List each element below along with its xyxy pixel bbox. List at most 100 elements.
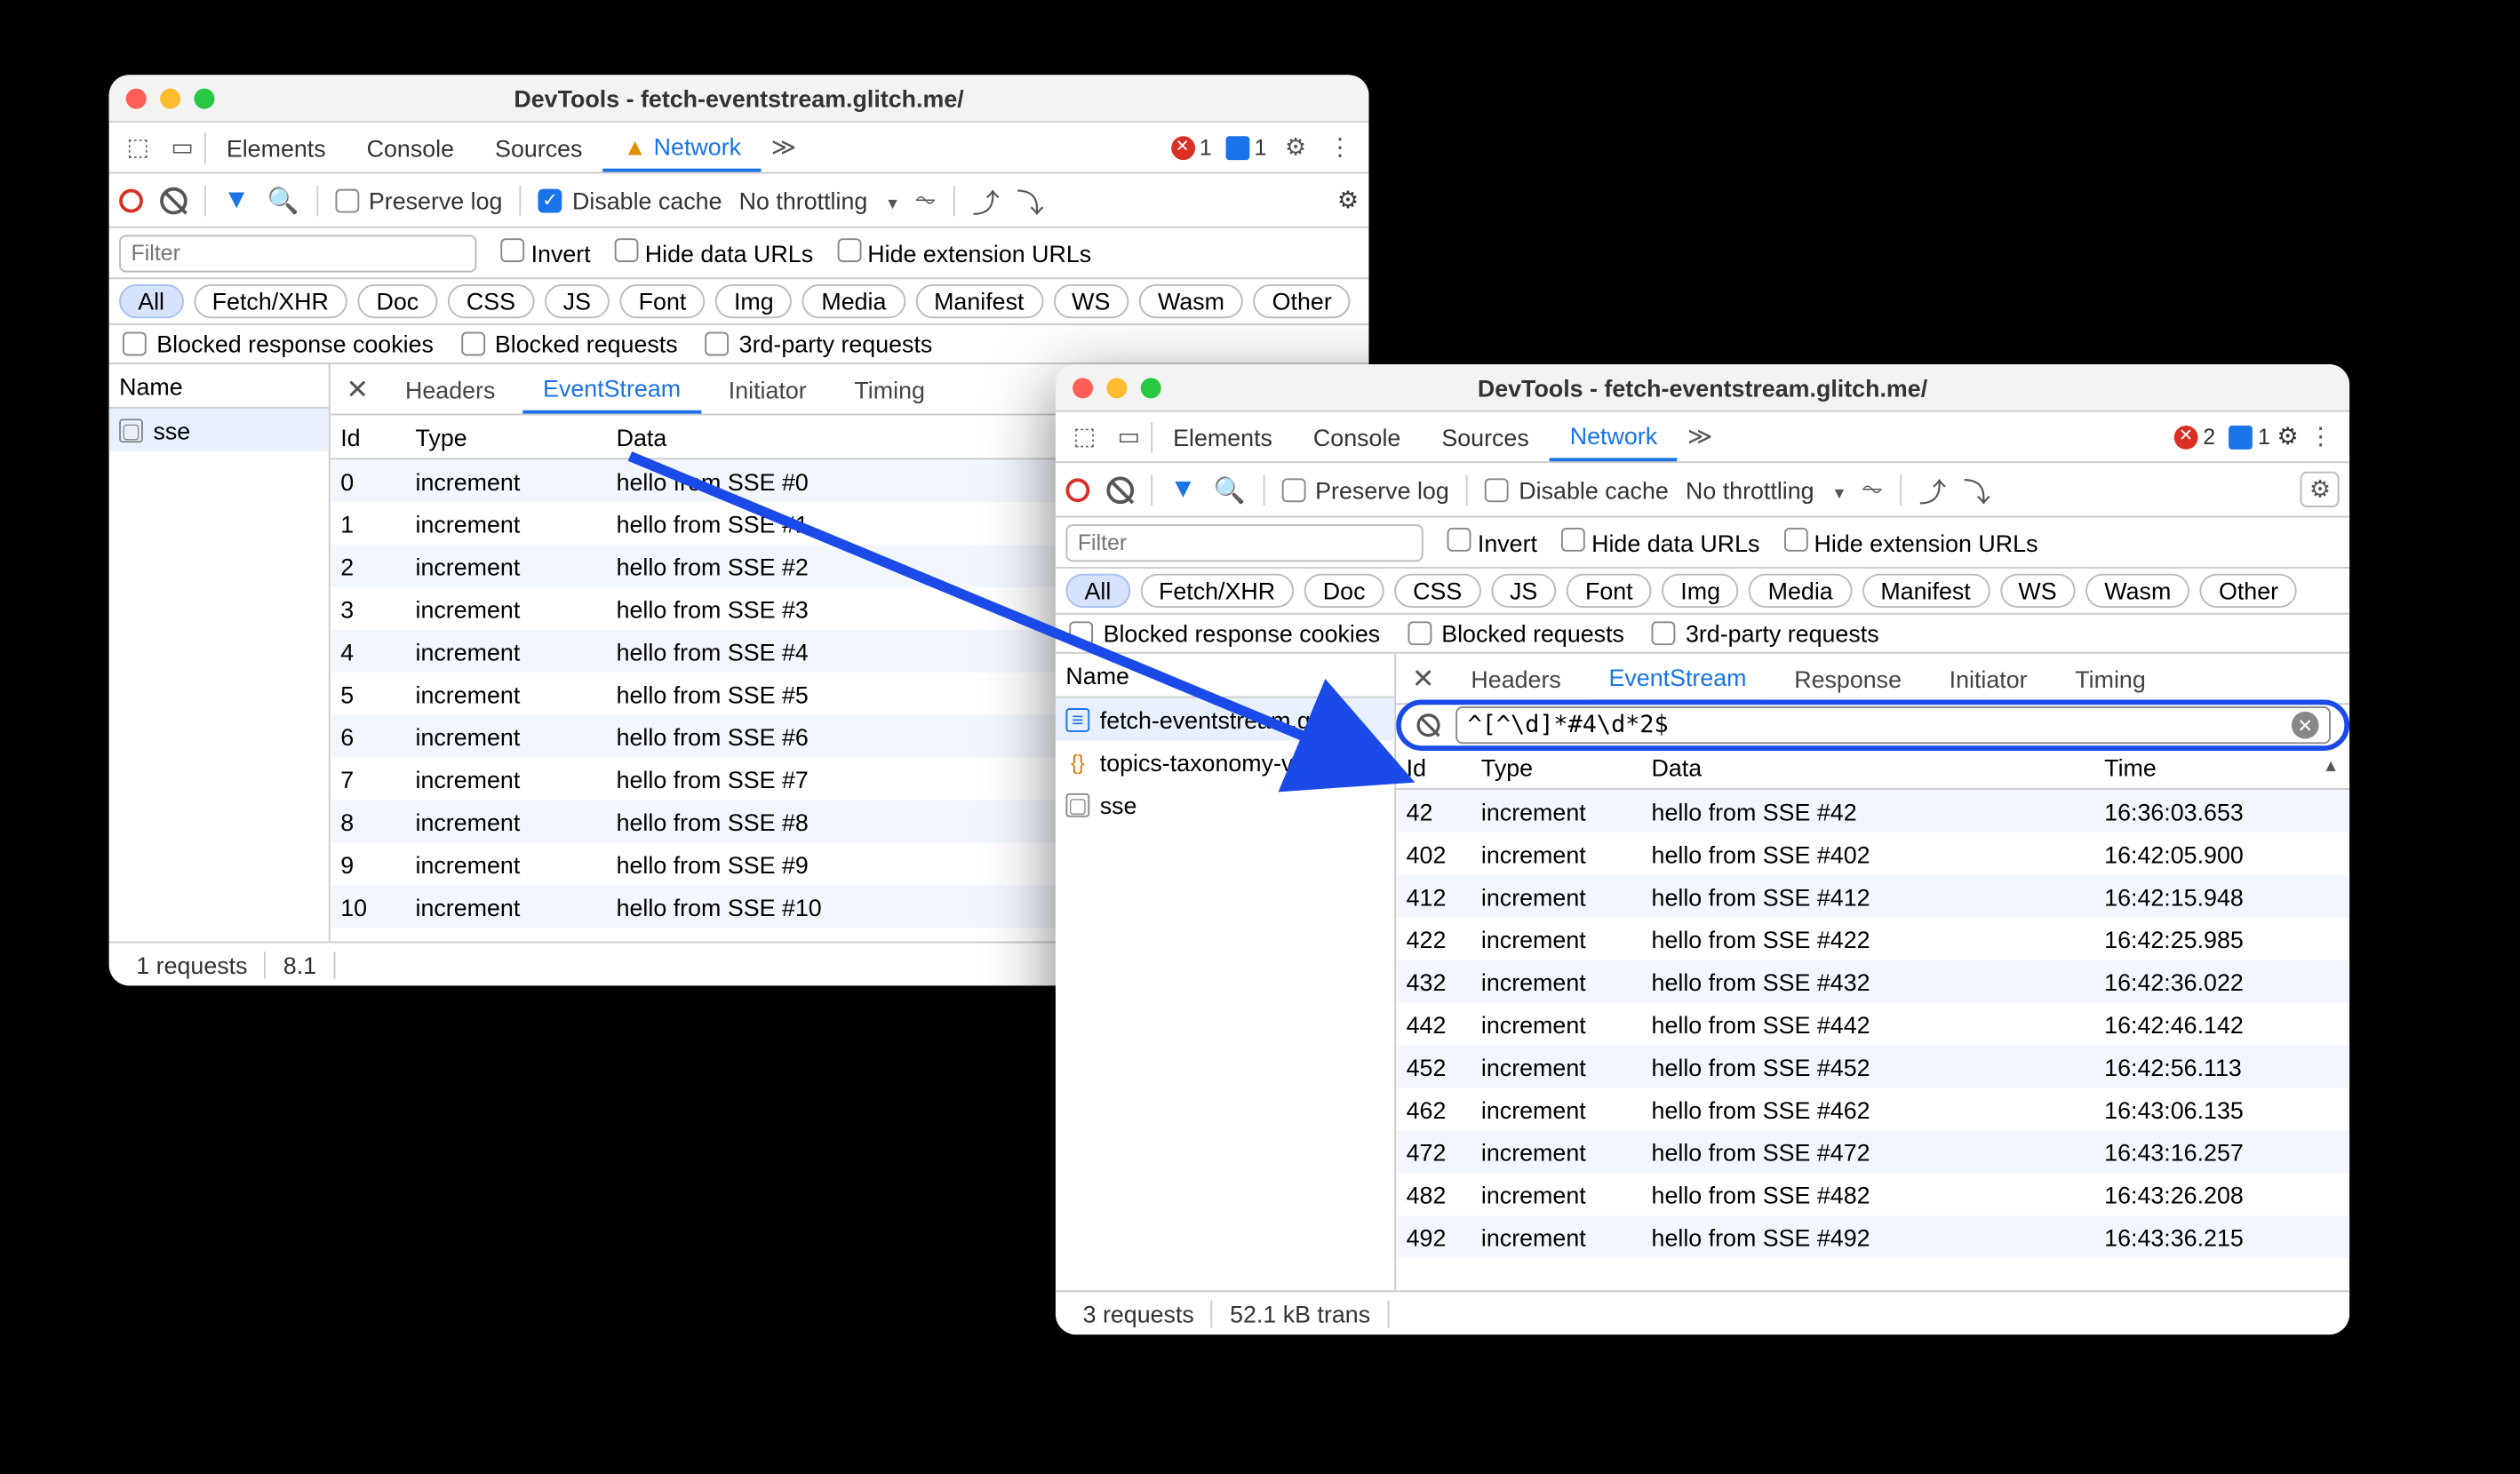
chip-css[interactable]: CSS bbox=[448, 284, 534, 318]
device-mode-icon[interactable]: ▭ bbox=[1106, 415, 1151, 459]
tab-initiator[interactable]: Initiator bbox=[1929, 654, 2048, 704]
clear-button[interactable] bbox=[160, 187, 187, 214]
name-column-header[interactable]: Name bbox=[109, 364, 329, 409]
network-settings-icon[interactable]: ⚙ bbox=[1337, 186, 1359, 215]
inspect-element-icon[interactable]: ⬚ bbox=[116, 125, 160, 170]
event-row[interactable]: 432incrementhello from SSE #43216:42:36.… bbox=[1396, 960, 2349, 1003]
clear-events-button[interactable] bbox=[1416, 713, 1439, 737]
close-detail-button[interactable]: ✕ bbox=[1403, 661, 1444, 695]
chip-font[interactable]: Font bbox=[1567, 574, 1652, 608]
kebab-menu-icon[interactable]: ⋮ bbox=[1318, 125, 1362, 170]
tab-sources[interactable]: Sources bbox=[1421, 412, 1549, 462]
tab-network[interactable]: Network bbox=[1550, 412, 1678, 462]
error-count-badge[interactable]: ✕2 bbox=[2174, 424, 2215, 450]
request-row[interactable]: {}topics-taxonomy-v1.j… bbox=[1056, 740, 1394, 783]
request-row[interactable]: ≡fetch-eventstream.gli… bbox=[1056, 698, 1394, 741]
tab-network[interactable]: ▲Network bbox=[602, 123, 762, 172]
chip-ws[interactable]: WS bbox=[1999, 574, 2075, 608]
event-row[interactable]: 452incrementhello from SSE #45216:42:56.… bbox=[1396, 1045, 2349, 1088]
tab-headers[interactable]: Headers bbox=[1450, 654, 1581, 704]
network-conditions-icon[interactable]: ⏦ bbox=[914, 185, 937, 215]
request-row[interactable]: ▢sse bbox=[109, 409, 329, 451]
clear-button[interactable] bbox=[1106, 476, 1134, 504]
preserve-log-checkbox[interactable]: Preserve log bbox=[1281, 476, 1449, 504]
record-button[interactable] bbox=[1065, 477, 1089, 501]
filter-toggle-icon[interactable]: ▼ bbox=[223, 185, 250, 215]
chip-img[interactable]: Img bbox=[715, 284, 793, 318]
event-row[interactable]: 42incrementhello from SSE #4216:36:03.65… bbox=[1396, 790, 2349, 833]
tab-timing[interactable]: Timing bbox=[2054, 654, 2165, 704]
kebab-menu-icon[interactable]: ⋮ bbox=[2299, 415, 2343, 459]
record-button[interactable] bbox=[119, 188, 143, 212]
chip-other[interactable]: Other bbox=[1254, 284, 1351, 318]
chip-wasm[interactable]: Wasm bbox=[2085, 574, 2189, 608]
throttling-select[interactable]: No throttling bbox=[1686, 476, 1844, 504]
event-row[interactable]: 482incrementhello from SSE #48216:43:26.… bbox=[1396, 1173, 2349, 1215]
export-har-icon[interactable]: ⤴ bbox=[1919, 469, 1947, 510]
settings-icon[interactable]: ⚙ bbox=[2277, 422, 2299, 451]
inspect-element-icon[interactable]: ⬚ bbox=[1063, 415, 1107, 459]
blocked-cookies-checkbox[interactable]: Blocked response cookies bbox=[123, 331, 434, 358]
hide-data-urls-checkbox[interactable]: Hide data URLs bbox=[1561, 528, 1760, 557]
tab-timing[interactable]: Timing bbox=[833, 364, 945, 414]
export-har-icon[interactable]: ⤴ bbox=[972, 179, 1000, 220]
tab-elements[interactable]: Elements bbox=[206, 123, 347, 172]
tab-elements[interactable]: Elements bbox=[1152, 412, 1293, 462]
event-row[interactable]: 442incrementhello from SSE #44216:42:46.… bbox=[1396, 1003, 2349, 1046]
disable-cache-checkbox[interactable]: Disable cache bbox=[1485, 476, 1669, 504]
throttling-select[interactable]: No throttling bbox=[739, 187, 897, 214]
chip-ws[interactable]: WS bbox=[1053, 284, 1128, 318]
import-har-icon[interactable]: ⤵ bbox=[1963, 469, 1990, 510]
event-row[interactable]: 492incrementhello from SSE #49216:43:36.… bbox=[1396, 1215, 2349, 1258]
filter-toggle-icon[interactable]: ▼ bbox=[1169, 474, 1196, 505]
network-settings-icon[interactable]: ⚙ bbox=[2301, 472, 2339, 507]
event-row[interactable]: 472incrementhello from SSE #47216:43:16.… bbox=[1396, 1130, 2349, 1173]
filter-input[interactable] bbox=[1065, 523, 1423, 561]
preserve-log-checkbox[interactable]: Preserve log bbox=[335, 187, 503, 214]
regex-filter-input[interactable] bbox=[1468, 712, 2282, 739]
blocked-requests-checkbox[interactable]: Blocked requests bbox=[461, 331, 678, 358]
filter-input[interactable] bbox=[119, 234, 476, 271]
chip-all[interactable]: All bbox=[1065, 574, 1129, 608]
close-window-button[interactable] bbox=[1073, 377, 1093, 397]
chip-css[interactable]: CSS bbox=[1394, 574, 1480, 608]
info-count-badge[interactable]: 1 bbox=[1225, 134, 1266, 160]
chip-media[interactable]: Media bbox=[802, 284, 905, 318]
chip-other[interactable]: Other bbox=[2200, 574, 2297, 608]
minimize-window-button[interactable] bbox=[160, 88, 180, 108]
thirdparty-checkbox[interactable]: 3rd-party requests bbox=[705, 331, 932, 358]
col-type[interactable]: Type bbox=[1471, 745, 1641, 788]
settings-icon[interactable]: ⚙ bbox=[1273, 125, 1318, 170]
search-icon[interactable]: 🔍 bbox=[1214, 474, 1246, 505]
tab-headers[interactable]: Headers bbox=[385, 364, 515, 414]
tab-initiator[interactable]: Initiator bbox=[708, 364, 827, 414]
tab-eventstream[interactable]: EventStream bbox=[522, 364, 701, 414]
tab-console[interactable]: Console bbox=[1293, 412, 1421, 462]
zoom-window-button[interactable] bbox=[194, 88, 214, 108]
event-row[interactable]: 412incrementhello from SSE #41216:42:15.… bbox=[1396, 875, 2349, 918]
event-row[interactable]: 422incrementhello from SSE #42216:42:25.… bbox=[1396, 918, 2349, 960]
more-tabs-icon[interactable]: ≫ bbox=[1678, 415, 1722, 459]
close-window-button[interactable] bbox=[126, 88, 147, 108]
chip-media[interactable]: Media bbox=[1750, 574, 1852, 608]
error-count-badge[interactable]: ✕1 bbox=[1170, 134, 1211, 160]
chip-doc[interactable]: Doc bbox=[1304, 574, 1384, 608]
network-conditions-icon[interactable]: ⏦ bbox=[1861, 474, 1883, 505]
disable-cache-checkbox[interactable]: ✓Disable cache bbox=[538, 187, 722, 214]
tab-eventstream[interactable]: EventStream bbox=[1588, 654, 1766, 704]
col-data[interactable]: Data bbox=[1641, 745, 2094, 788]
device-mode-icon[interactable]: ▭ bbox=[160, 125, 204, 170]
chip-manifest[interactable]: Manifest bbox=[1862, 574, 1990, 608]
close-detail-button[interactable]: ✕ bbox=[337, 372, 378, 406]
blocked-cookies-checkbox[interactable]: Blocked response cookies bbox=[1069, 619, 1380, 647]
request-row[interactable]: ▢sse bbox=[1056, 783, 1394, 825]
col-id[interactable]: Id bbox=[1396, 745, 1471, 788]
chip-doc[interactable]: Doc bbox=[357, 284, 437, 318]
chip-img[interactable]: Img bbox=[1662, 574, 1739, 608]
minimize-window-button[interactable] bbox=[1106, 377, 1127, 397]
hide-data-urls-checkbox[interactable]: Hide data URLs bbox=[614, 238, 813, 267]
event-row[interactable]: 402incrementhello from SSE #40216:42:05.… bbox=[1396, 833, 2349, 875]
tab-console[interactable]: Console bbox=[347, 123, 474, 172]
tab-response[interactable]: Response bbox=[1774, 654, 1922, 704]
invert-checkbox[interactable]: Invert bbox=[1447, 528, 1537, 557]
